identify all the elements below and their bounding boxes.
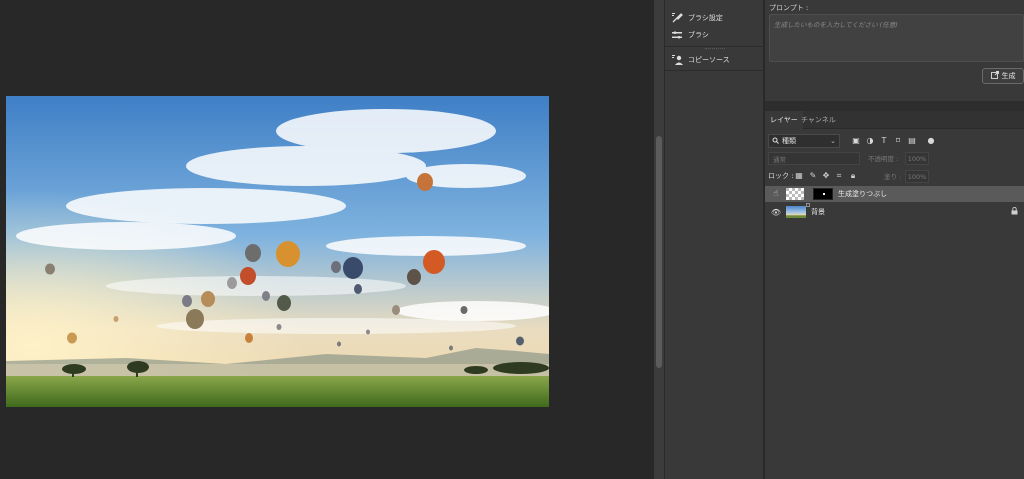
filter-toggle-icon[interactable]: ● xyxy=(926,135,936,146)
clone-source-icon xyxy=(671,54,683,66)
kind-filter-value: 種類 xyxy=(782,137,796,145)
layer-thumbnail xyxy=(786,188,804,200)
blend-row: 通常 不透明度 : 100% xyxy=(768,152,1024,166)
prompt-label: プロンプト : xyxy=(769,4,809,12)
search-icon xyxy=(772,137,779,146)
generate-button[interactable]: 生成 xyxy=(982,68,1024,84)
layer-row-generative-fill[interactable]: ☝ 生成塗りつぶし xyxy=(765,186,1024,207)
lock-position-icon[interactable]: ✥ xyxy=(821,170,831,181)
dock-item-label: ブラシ xyxy=(688,31,709,39)
dock-item-label: コピーソース xyxy=(688,56,730,64)
blend-mode-select[interactable]: 通常 xyxy=(768,152,860,165)
layer-name: 背景 xyxy=(811,208,825,216)
canvas-workspace[interactable] xyxy=(0,0,654,479)
photoshop-window: ブラシ設定 ブラシ コピーソース プロンプト : 生成したいものを入力してくださ… xyxy=(0,0,1024,479)
adjustment-layer-filter-icon[interactable]: ◑ xyxy=(865,135,875,146)
kind-filter-select[interactable]: 種類 ⌄ xyxy=(768,134,840,148)
layer-thumbnail xyxy=(786,206,806,218)
dock-item-clone-source[interactable]: コピーソース xyxy=(671,52,730,68)
eye-icon[interactable]: 👁︎ xyxy=(771,207,781,217)
right-panel: プロンプト : 生成したいものを入力してください (任意) 生成 レイヤー チャ… xyxy=(765,0,1024,479)
balloon-landscape-image xyxy=(6,96,549,407)
tab-channels[interactable]: チャンネル xyxy=(796,111,841,129)
brush-icon xyxy=(671,29,683,41)
scrollbar-thumb[interactable] xyxy=(656,136,662,368)
layer-row-background[interactable]: 👁︎ 背景 xyxy=(765,204,1024,220)
layer-mask-thumbnail xyxy=(813,188,833,200)
layer-name: 生成塗りつぶし xyxy=(838,190,888,198)
layer-filter-row: 種類 ⌄ ▣ ◑ T ⌑ ▤ ● xyxy=(768,134,1024,150)
link-icon xyxy=(806,192,810,207)
dock-item-brush-settings[interactable]: ブラシ設定 xyxy=(671,10,723,26)
lock-icon xyxy=(1011,206,1018,217)
fill-label: 塗り : xyxy=(884,173,902,181)
opacity-label: 不透明度 : xyxy=(868,155,899,163)
lock-label: ロック : xyxy=(768,172,794,180)
layers-tab-bar: レイヤー チャンネル xyxy=(765,111,1024,129)
type-layer-filter-icon[interactable]: T xyxy=(879,135,889,146)
document-canvas[interactable] xyxy=(6,96,549,407)
prompt-input[interactable]: 生成したいものを入力してください (任意) xyxy=(769,14,1024,62)
brush-settings-icon xyxy=(671,12,683,24)
dock-item-label: ブラシ設定 xyxy=(688,14,723,22)
panel-divider xyxy=(765,101,1024,111)
smart-object-filter-icon[interactable]: ▤ xyxy=(907,135,917,146)
opacity-input[interactable]: 100% xyxy=(905,152,929,165)
pointer-cursor-icon: ☝ xyxy=(773,189,779,199)
lock-image-icon[interactable]: ✎ xyxy=(808,170,818,181)
lock-transparent-icon[interactable]: ▦ xyxy=(794,170,804,181)
chevron-down-icon: ⌄ xyxy=(830,137,836,145)
generate-label: 生成 xyxy=(1001,72,1016,80)
lock-artboard-icon[interactable]: ⌗ xyxy=(834,170,844,181)
lock-row: ロック : ▦ ✎ ✥ ⌗ 🔒︎ 塗り : 100% xyxy=(768,170,1024,184)
shape-layer-filter-icon[interactable]: ⌑ xyxy=(893,135,903,146)
pixel-layer-filter-icon[interactable]: ▣ xyxy=(851,135,861,146)
export-icon xyxy=(990,71,999,81)
fill-input[interactable]: 100% xyxy=(905,170,929,183)
collapsed-panel-dock: ブラシ設定 ブラシ コピーソース xyxy=(664,0,765,479)
lock-all-icon[interactable]: 🔒︎ xyxy=(848,170,858,181)
dock-item-brush[interactable]: ブラシ xyxy=(671,27,709,43)
